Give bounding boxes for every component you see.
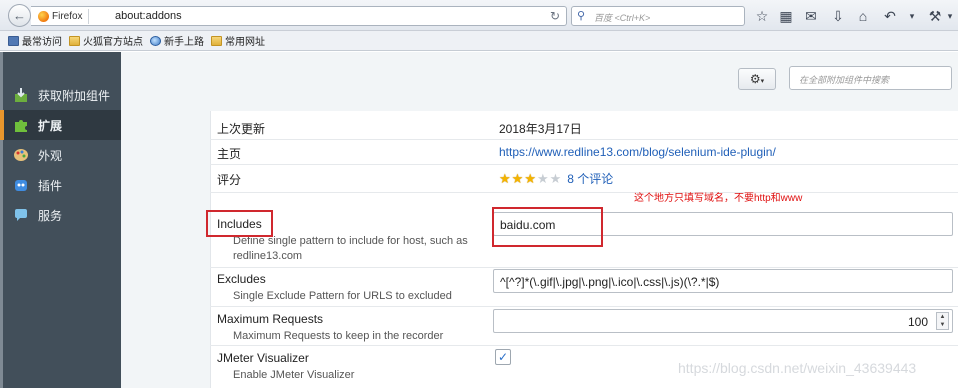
navigation-toolbar: ← Firefox about:addons ↻ ⚲ 百度 <Ctrl+K> ☆…	[0, 0, 958, 31]
row-divider	[210, 345, 958, 346]
jmeter-description: Enable JMeter Visualizer	[233, 369, 355, 381]
max-requests-label: Maximum Requests	[217, 312, 324, 326]
max-requests-value: 100	[907, 315, 928, 329]
annotation-highlight-box	[206, 210, 273, 237]
star-icon: ★	[536, 170, 549, 186]
star-icon: ★	[524, 170, 536, 186]
bookmark-label: 火狐官方站点	[83, 37, 143, 48]
identity-label: Firefox	[52, 11, 83, 22]
palette-icon	[14, 149, 28, 161]
globe-icon	[150, 35, 161, 46]
bookmark-label: 最常访问	[22, 37, 62, 48]
sidebar-item-label: 获取附加组件	[38, 88, 111, 103]
homepage-label: 主页	[217, 147, 242, 161]
spin-down-icon[interactable]: ▼	[937, 321, 948, 329]
tools-gear-button[interactable]: ⚙▾	[738, 68, 776, 90]
star-icon: ★	[549, 170, 562, 186]
most-visited-icon	[8, 35, 19, 46]
sidebar-item-services[interactable]: 服务	[0, 200, 121, 230]
excludes-input[interactable]: ^[^?]*(\.gif|\.jpg|\.png|\.ico|\.css|\.j…	[493, 269, 953, 293]
url-text[interactable]: about:addons	[115, 10, 182, 22]
annotation-highlight-box	[492, 207, 603, 247]
category-sidebar: 获取附加组件 扩展 外观 插件 服务	[0, 52, 121, 388]
get-addons-icon	[15, 88, 27, 102]
homepage-link[interactable]: https://www.redline13.com/blog/selenium-…	[499, 145, 776, 159]
bookmark-label: 常用网址	[225, 37, 265, 48]
spin-up-icon[interactable]: ▲	[937, 313, 948, 321]
undo-icon[interactable]: ↶	[880, 6, 900, 26]
bookmarks-toolbar: 最常访问 火狐官方站点 新手上路 常用网址	[0, 31, 958, 51]
excludes-value: ^[^?]*(\.gif|\.jpg|\.png|\.ico|\.css|\.j…	[500, 275, 720, 289]
dropdown-arrow-icon[interactable]: ▾	[902, 6, 922, 26]
download-icon[interactable]: ⇩	[828, 6, 848, 26]
row-divider	[210, 306, 958, 307]
services-icon	[15, 209, 27, 221]
excludes-description: Single Exclude Pattern for URLS to exclu…	[233, 290, 452, 302]
checkmark-icon: ✓	[497, 350, 509, 364]
jmeter-checkbox[interactable]: ✓	[495, 349, 511, 365]
sidebar-item-get-addons[interactable]: 获取附加组件	[0, 80, 121, 110]
back-arrow-icon: ←	[13, 8, 26, 23]
addon-search-placeholder: 在全部附加组件中搜索	[799, 75, 890, 85]
max-requests-input[interactable]: 100 ▲ ▼	[493, 309, 953, 333]
chevron-down-icon: ▾	[760, 78, 765, 85]
star-icon: ★	[499, 170, 511, 186]
last-updated-label: 上次更新	[217, 122, 266, 136]
includes-description: Define single pattern to include for hos…	[233, 235, 468, 262]
max-requests-description: Maximum Requests to keep in the recorder	[233, 330, 444, 342]
sidebar-item-label: 插件	[38, 178, 63, 193]
rating-stars: ★ ★ ★ ★ ★ 8 个评论	[499, 170, 613, 187]
watermark-text: https://blog.csdn.net/weixin_43639443	[678, 360, 917, 376]
rating-label: 评分	[217, 173, 242, 187]
row-divider	[210, 164, 958, 165]
sidebar-item-label: 扩展	[38, 118, 63, 133]
row-divider	[210, 192, 958, 193]
bookmark-star-icon[interactable]: ☆	[752, 6, 772, 26]
home-icon[interactable]: ⌂	[853, 6, 873, 26]
row-divider	[210, 139, 958, 140]
bookmark-most-visited[interactable]: 最常访问	[8, 33, 62, 48]
jmeter-label: JMeter Visualizer	[217, 351, 309, 365]
reload-icon[interactable]: ↻	[550, 9, 560, 23]
url-bar[interactable]: Firefox about:addons ↻	[31, 6, 567, 26]
back-button[interactable]: ←	[8, 4, 31, 27]
reviews-link[interactable]: 8 个评论	[567, 170, 613, 187]
sidebar-item-label: 外观	[38, 148, 63, 163]
sidebar-item-label: 服务	[38, 208, 63, 223]
number-spinner[interactable]: ▲ ▼	[936, 312, 949, 330]
bookmark-label: 新手上路	[164, 37, 204, 48]
addon-search-input[interactable]: 在全部附加组件中搜索	[789, 66, 952, 90]
gear-icon: ⚙	[749, 72, 761, 86]
bookmark-getting-started[interactable]: 新手上路	[150, 33, 204, 48]
annotation-note: 这个地方只填写域名，不要http和www	[634, 193, 803, 204]
excludes-label: Excludes	[217, 272, 266, 286]
sidebar-item-extensions[interactable]: 扩展	[0, 110, 121, 140]
sidebar-item-plugins[interactable]: 插件	[0, 170, 121, 200]
row-divider	[210, 267, 958, 268]
bookmark-common-sites[interactable]: 常用网址	[211, 33, 265, 48]
web-search-bar[interactable]: ⚲ 百度 <Ctrl+K>	[571, 6, 745, 26]
firefox-icon	[38, 11, 49, 22]
pocket-icon[interactable]: ✉	[801, 6, 821, 26]
folder-icon	[211, 35, 222, 46]
bookmarks-menu-icon[interactable]: ▦	[776, 6, 796, 26]
star-icon: ★	[511, 170, 524, 186]
folder-icon	[69, 35, 80, 46]
overflow-arrow-icon[interactable]: ▾	[940, 6, 958, 26]
last-updated-value: 2018年3月17日	[499, 122, 582, 136]
search-placeholder: 百度 <Ctrl+K>	[594, 13, 651, 23]
search-icon: ⚲	[577, 10, 586, 22]
bookmark-firefox-site[interactable]: 火狐官方站点	[69, 33, 143, 48]
plugin-icon	[15, 180, 27, 191]
sidebar-item-appearance[interactable]: 外观	[0, 140, 121, 170]
identity-box[interactable]: Firefox	[35, 9, 89, 24]
puzzle-icon	[15, 120, 27, 132]
